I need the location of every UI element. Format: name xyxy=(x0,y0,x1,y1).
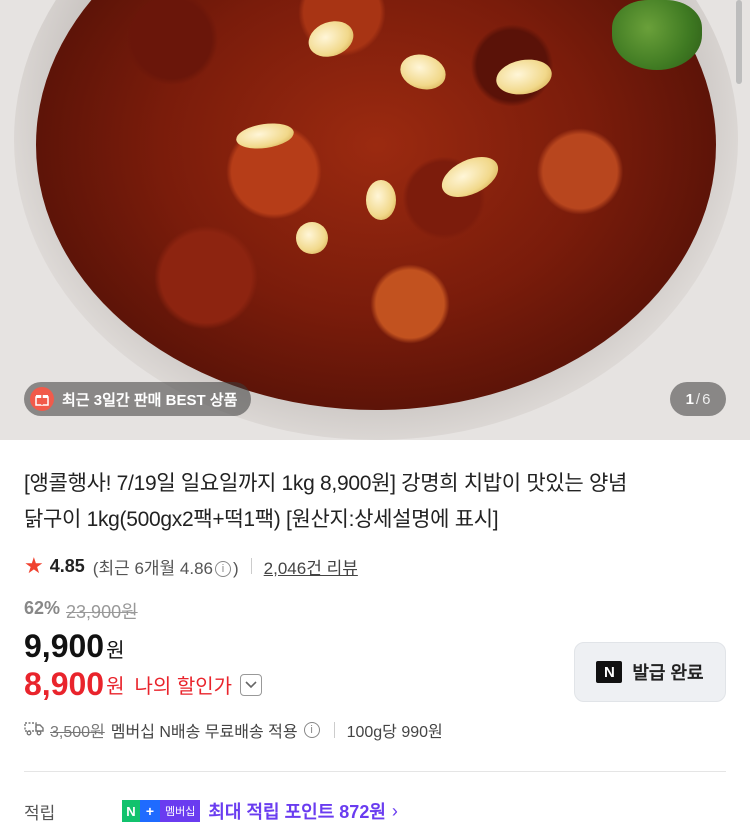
naver-plus-badge: N + 멤버십 xyxy=(122,800,201,822)
image-page-indicator: 1 / 6 xyxy=(670,382,726,416)
divider xyxy=(333,722,335,738)
rating-value: 4.85 xyxy=(49,555,85,576)
shipping-text: 멤버십 N배송 무료배송 적용 xyxy=(110,724,298,741)
rating-row: ★ 4.85 (최근 6개월 4.86 i) 2,046건 리뷰 xyxy=(24,552,358,580)
sale-price-number: 9,900 xyxy=(24,628,105,664)
star-icon: ★ xyxy=(24,553,44,578)
parsley-garnish xyxy=(612,0,702,70)
chevron-right-icon: › xyxy=(391,800,398,821)
product-image[interactable]: 최근 3일간 판매 BEST 상품 1 / 6 xyxy=(0,0,750,440)
page-current: 1 xyxy=(685,390,694,408)
membership-badge: 멤버십 xyxy=(160,800,201,822)
original-price-row: 62% 23,900원 xyxy=(24,598,138,624)
coupon-issued-button[interactable]: N 발급 완료 xyxy=(574,642,726,702)
best-seller-badge: 최근 3일간 판매 BEST 상품 xyxy=(24,382,252,416)
recent-rating: (최근 6개월 4.86 i) xyxy=(93,554,239,579)
coupon-label: 발급 완료 xyxy=(632,663,704,683)
my-price-number: 8,900 xyxy=(24,666,105,702)
points-row[interactable]: 적립 N + 멤버십 최대 적립 포인트 872원 › xyxy=(24,798,398,824)
product-title: [앵콜행사! 7/19일 일요일까지 1kg 8,900원] 강명희 치밥이 맛… xyxy=(24,466,724,538)
original-price: 23,900원 xyxy=(66,602,138,622)
best-badge-label: 최근 3일간 판매 BEST 상품 xyxy=(62,391,238,409)
sale-price-unit: 원 xyxy=(106,640,125,662)
my-price-label: 나의 할인가 xyxy=(134,676,233,698)
my-price-unit: 원 xyxy=(106,676,125,698)
unit-price: 100g당 990원 xyxy=(346,724,443,741)
page-total: 6 xyxy=(702,390,711,408)
info-icon[interactable]: i xyxy=(215,561,231,578)
n-icon: N xyxy=(596,661,623,683)
garlic-slice xyxy=(366,180,396,220)
divider xyxy=(250,558,252,574)
gift-icon xyxy=(30,387,54,411)
product-title-line: 닭구이 1kg(500gx2팩+떡1팩) [원산지:상세설명에 표시] xyxy=(24,508,499,531)
max-points-text: 최대 적립 포인트 872원 xyxy=(208,802,386,822)
plus-badge: + xyxy=(140,800,160,822)
chevron-down-icon[interactable] xyxy=(240,673,263,696)
discount-rate: 62% xyxy=(24,598,61,618)
product-title-line: [앵콜행사! 7/19일 일요일까지 1kg 8,900원] 강명희 치밥이 맛… xyxy=(24,472,627,495)
recent-rating-text: (최근 6개월 4.86 xyxy=(92,558,213,578)
my-discount-price: 8,900 원 나의 할인가 xyxy=(24,666,263,703)
delivery-row: 3,500원 멤버십 N배송 무료배송 적용 i 100g당 990원 xyxy=(24,718,443,742)
review-count-link[interactable]: 2,046건 리뷰 xyxy=(264,554,358,579)
info-icon[interactable]: i xyxy=(303,722,320,738)
original-shipping-fee: 3,500원 xyxy=(50,724,105,741)
truck-icon xyxy=(24,720,44,741)
scrollbar[interactable] xyxy=(736,0,742,84)
points-label: 적립 xyxy=(24,803,56,823)
page-separator: / xyxy=(695,390,701,408)
recent-rating-close: ) xyxy=(233,558,239,578)
section-divider xyxy=(24,771,726,772)
n-badge: N xyxy=(122,800,140,822)
sale-price: 9,900 원 xyxy=(24,628,124,665)
garlic-slice xyxy=(296,222,328,254)
